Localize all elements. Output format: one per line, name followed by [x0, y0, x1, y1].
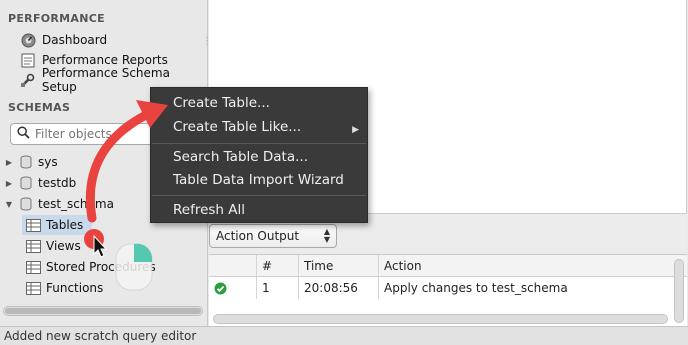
output-horizontal-scrollbar[interactable]: [213, 314, 668, 324]
sidebar-item-label: Dashboard: [42, 33, 108, 47]
menu-item-create-table-like[interactable]: Create Table Like...: [173, 119, 301, 135]
expand-triangle-icon[interactable]: ▶: [4, 158, 14, 167]
views-folder-icon: [26, 239, 41, 253]
database-icon: [20, 155, 32, 169]
dashboard-icon: [20, 32, 36, 48]
tables-folder-icon: [26, 218, 41, 232]
status-message: Added new scratch query editor: [4, 329, 197, 343]
column-header-status[interactable]: [209, 255, 257, 277]
tree-item-testdb[interactable]: ▶ testdb: [4, 173, 76, 193]
tree-item-sys[interactable]: ▶ sys: [4, 152, 58, 172]
filter-objects-field[interactable]: [10, 123, 160, 145]
action-output-table: # Time Action 1 20:08:56 Apply changes t…: [209, 254, 687, 326]
database-icon: [20, 176, 32, 190]
submenu-arrow-icon: ▶: [352, 125, 359, 135]
performance-section-title: PERFORMANCE: [8, 12, 105, 25]
menu-separator: [152, 143, 366, 144]
schemas-section-title: SCHEMAS: [8, 101, 71, 114]
table-header: # Time Action: [209, 255, 687, 277]
menu-separator: [152, 195, 366, 196]
tree-item-functions[interactable]: Functions: [26, 278, 103, 298]
tree-item-label: test_schema: [38, 197, 114, 211]
tree-item-stored-procedures[interactable]: Stored Procedures: [26, 257, 156, 277]
database-icon: [20, 197, 32, 211]
filter-objects-input[interactable]: [35, 127, 145, 141]
tree-item-label: Tables: [46, 218, 84, 232]
menu-item-refresh-all[interactable]: Refresh All: [173, 202, 245, 218]
tree-item-label: Stored Procedures: [46, 260, 156, 274]
action-cell: Apply changes to test_schema: [384, 281, 568, 295]
menu-item-table-data-import-wizard[interactable]: Table Data Import Wizard: [173, 172, 344, 188]
status-cell: [209, 277, 257, 299]
output-vertical-scrollbar[interactable]: [674, 259, 684, 323]
success-check-icon: [214, 282, 227, 294]
column-header-number[interactable]: #: [257, 255, 299, 277]
expand-triangle-icon[interactable]: ▶: [4, 179, 14, 188]
output-panel: Action Output ▲ ▼ # Time Action 1 20:08:5…: [209, 214, 687, 326]
column-header-action[interactable]: Action: [379, 255, 674, 277]
tree-item-label: sys: [38, 155, 58, 169]
search-icon: [17, 126, 30, 142]
output-type-value: Action Output: [216, 229, 300, 243]
status-bar: Added new scratch query editor: [0, 326, 688, 345]
sidebar-item-dashboard[interactable]: Dashboard: [20, 31, 107, 49]
table-row[interactable]: 1 20:08:56 Apply changes to test_schema: [209, 277, 687, 299]
number-cell: 1: [257, 277, 299, 299]
tree-item-label: Functions: [46, 281, 104, 295]
sidebar-item-label: Performance Reports: [42, 53, 168, 67]
chevron-updown-icon: ▲ ▼: [323, 227, 330, 244]
menu-item-create-table[interactable]: Create Table...: [173, 95, 270, 111]
scrollbar-thumb[interactable]: [5, 308, 201, 314]
tree-item-test-schema[interactable]: ▼ test_schema: [4, 194, 114, 214]
collapse-triangle-icon[interactable]: ▼: [4, 200, 14, 209]
time-cell: 20:08:56: [299, 277, 379, 299]
sidebar-horizontal-scrollbar[interactable]: [3, 306, 203, 316]
reports-icon: [20, 52, 36, 68]
column-header-time[interactable]: Time: [299, 255, 379, 277]
stored-procedures-folder-icon: [26, 260, 41, 274]
tree-item-label: Views: [46, 239, 81, 253]
menu-item-search-table-data[interactable]: Search Table Data...: [173, 149, 308, 165]
context-menu: Create Table... Create Table Like... ▶ S…: [150, 87, 368, 223]
tree-item-views[interactable]: Views: [26, 236, 81, 256]
output-type-select[interactable]: Action Output ▲ ▼: [209, 224, 337, 248]
functions-folder-icon: [26, 281, 41, 295]
tree-item-tables[interactable]: Tables: [26, 215, 83, 235]
wrench-icon: [20, 72, 36, 88]
tree-item-label: testdb: [38, 176, 77, 190]
